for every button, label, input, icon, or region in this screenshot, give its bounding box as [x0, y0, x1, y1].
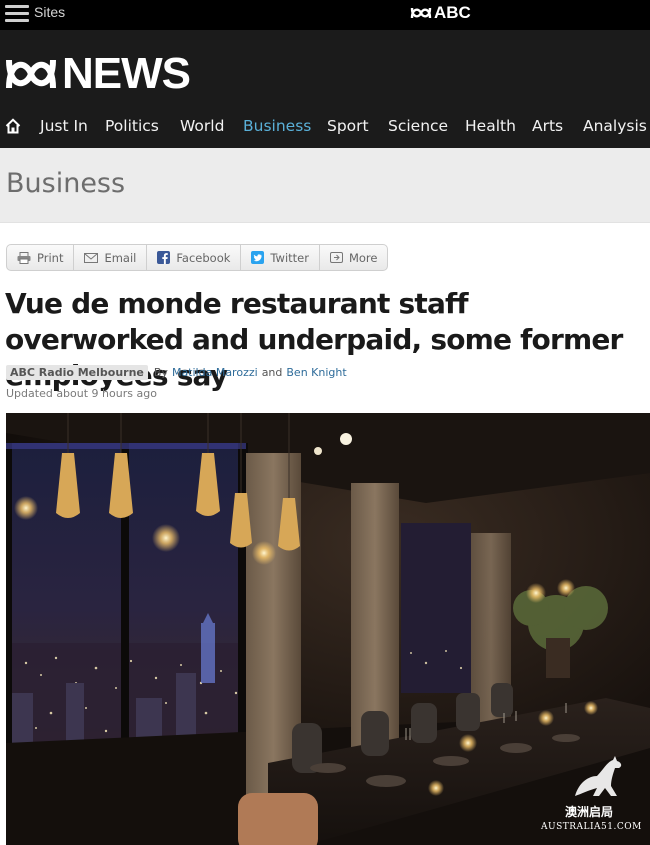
abc-lissajous-icon: [410, 7, 432, 19]
email-button[interactable]: Email: [74, 245, 148, 270]
watermark-chinese-text: 澳洲启局: [565, 805, 614, 819]
nav-item-politics[interactable]: Politics: [105, 117, 159, 135]
envelope-icon: [84, 252, 99, 263]
more-icon: [329, 252, 343, 263]
abc-label: ABC: [434, 3, 471, 22]
nav-item-sport[interactable]: Sport: [327, 117, 369, 135]
article-hero-image[interactable]: [6, 413, 650, 845]
home-icon[interactable]: [5, 118, 21, 134]
top-bar: Sites ABC: [0, 0, 650, 30]
abc-logo[interactable]: ABC: [410, 3, 471, 23]
updated-timestamp: Updated about 9 hours ago: [6, 387, 157, 400]
nav-item-science[interactable]: Science: [388, 117, 448, 135]
facebook-label: Facebook: [176, 250, 231, 265]
watermark-site-text: AUSTRALIA51.COM: [541, 822, 642, 832]
author-link-1[interactable]: Matilda Marozzi: [172, 366, 258, 379]
section-header: Business: [0, 148, 650, 223]
twitter-icon: [251, 251, 265, 264]
nav-item-world[interactable]: World: [180, 117, 224, 135]
nav-item-analysis[interactable]: Analysis: [583, 117, 647, 135]
news-wordmark: NEWS: [62, 49, 191, 98]
twitter-label: Twitter: [270, 250, 309, 265]
restaurant-interior-illustration: [6, 413, 650, 845]
more-button[interactable]: More: [320, 245, 388, 270]
nav-item-just-in[interactable]: Just In: [40, 117, 88, 135]
nav-item-arts[interactable]: Arts: [532, 117, 563, 135]
program-badge[interactable]: ABC Radio Melbourne: [6, 365, 148, 380]
sites-label[interactable]: Sites: [34, 4, 65, 20]
section-title: Business: [6, 168, 126, 199]
facebook-button[interactable]: Facebook: [147, 245, 242, 270]
print-button[interactable]: Print: [7, 245, 75, 270]
email-label: Email: [104, 250, 137, 265]
nav-item-business[interactable]: Business: [243, 117, 311, 135]
abc-news-logo[interactable]: NEWS: [4, 49, 191, 98]
print-label: Print: [37, 250, 64, 265]
printer-icon: [17, 251, 31, 264]
by-label: By: [153, 366, 168, 379]
kangaroo-watermark-icon: [575, 756, 622, 796]
twitter-button[interactable]: Twitter: [241, 245, 320, 270]
byline: ABC Radio Melbourne By Matilda Marozzi a…: [6, 365, 347, 380]
main-nav: Just In Politics World Business Sport Sc…: [0, 112, 650, 142]
share-toolbar: Print Email Facebook Twitter More: [6, 244, 389, 271]
and-label: and: [261, 366, 283, 379]
nav-item-health[interactable]: Health: [465, 117, 516, 135]
facebook-icon: [157, 251, 171, 264]
hamburger-menu-icon[interactable]: [5, 5, 29, 23]
abc-lissajous-logo-icon: [6, 59, 56, 89]
more-label: More: [348, 250, 378, 265]
author-link-2[interactable]: Ben Knight: [286, 366, 346, 379]
